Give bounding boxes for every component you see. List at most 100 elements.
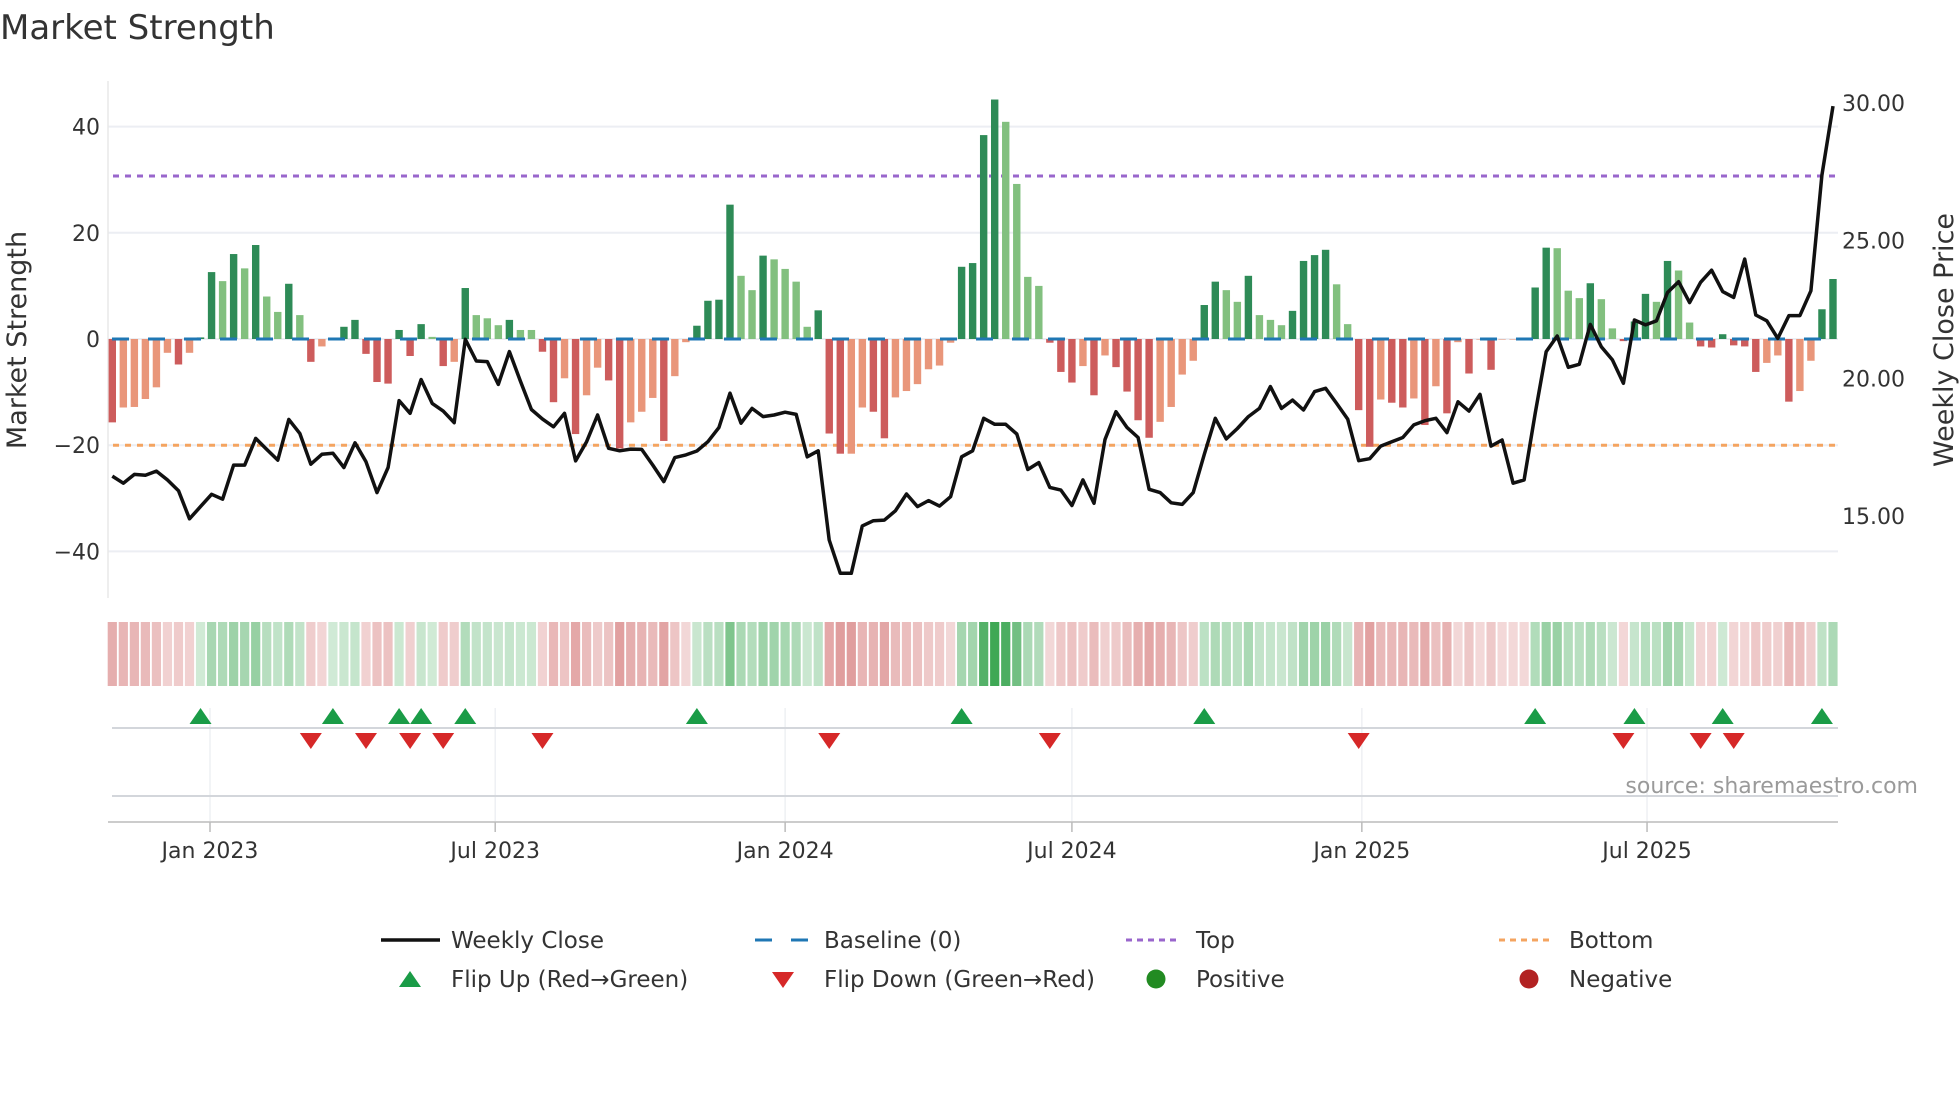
heatmap-cell bbox=[218, 622, 228, 686]
heatmap-cell bbox=[1618, 622, 1629, 686]
heatmap-cell bbox=[593, 622, 603, 686]
heatmap-cell bbox=[394, 622, 404, 686]
heatmap-cell bbox=[581, 622, 592, 686]
heatmap-cell bbox=[1585, 622, 1595, 686]
legend-label: Weekly Close bbox=[451, 928, 604, 954]
strength-bar bbox=[836, 339, 844, 454]
x-tick-label: Jan 2024 bbox=[735, 839, 834, 864]
flip-up-marker bbox=[321, 708, 344, 724]
strength-bar bbox=[1244, 275, 1253, 339]
heatmap-cell bbox=[1718, 622, 1728, 686]
heatmap-cell bbox=[1166, 622, 1176, 686]
strength-bar bbox=[1829, 278, 1837, 339]
heatmap-cell bbox=[350, 622, 360, 686]
heatmap-cell bbox=[284, 622, 294, 686]
heatmap-cell bbox=[1254, 622, 1265, 686]
heatmap-cell bbox=[151, 622, 162, 686]
y-tick-label: −40 bbox=[54, 540, 100, 565]
strength-bar bbox=[1145, 339, 1153, 438]
strength-bar bbox=[1597, 299, 1606, 339]
heatmap-cell bbox=[262, 622, 272, 686]
heatmap-cell bbox=[471, 622, 481, 686]
strength-bar bbox=[1366, 339, 1374, 447]
heatmap-cell bbox=[990, 622, 1000, 686]
strength-bar bbox=[1057, 339, 1065, 372]
legend-item-bottom: Bottom bbox=[1499, 928, 1653, 954]
strength-bar bbox=[527, 329, 536, 339]
heatmap-cell bbox=[968, 622, 978, 686]
market-strength-chart: Market Strength 40 20 0 −20 −40 30.00 25.00 20… bbox=[0, 8, 1960, 993]
strength-bar bbox=[362, 339, 370, 354]
heatmap-cell bbox=[184, 622, 195, 686]
strength-bar bbox=[825, 339, 833, 434]
heatmap-cell bbox=[1519, 622, 1529, 686]
heatmap-cell bbox=[559, 622, 570, 686]
heatmap-cell bbox=[1354, 622, 1364, 686]
heatmap-cell bbox=[1122, 622, 1132, 686]
strength-bar bbox=[263, 296, 271, 339]
heatmap-cell bbox=[1023, 622, 1033, 686]
strength-bar bbox=[1498, 339, 1506, 340]
heatmap-cell bbox=[1684, 622, 1695, 686]
heatmap-cell bbox=[206, 622, 217, 686]
strength-bar bbox=[1542, 247, 1550, 339]
flip-down-marker bbox=[399, 733, 422, 749]
heatmap-cell bbox=[339, 622, 349, 686]
heatmap-cell bbox=[140, 622, 150, 686]
strength-bar bbox=[1321, 249, 1330, 339]
triangle-down-icon bbox=[772, 972, 794, 988]
strength-bar bbox=[880, 339, 889, 439]
heatmap-cell bbox=[173, 622, 184, 686]
legend-label: Flip Down (Green→Red) bbox=[824, 967, 1095, 993]
flip-down-marker bbox=[1347, 733, 1370, 749]
strength-bar bbox=[472, 315, 480, 339]
heatmap-cell bbox=[736, 622, 746, 686]
heatmap-cell bbox=[725, 622, 735, 686]
strength-bar bbox=[638, 339, 646, 412]
strength-bar bbox=[274, 311, 282, 339]
strength-bar bbox=[1343, 324, 1352, 339]
strength-bar bbox=[351, 319, 359, 339]
strength-bar bbox=[1167, 339, 1175, 407]
legend-item-flip-up: Flip Up (Red→Green) bbox=[399, 967, 688, 993]
strength-bar bbox=[1641, 293, 1650, 339]
strength-bar bbox=[1233, 301, 1242, 339]
x-tick-label: Jul 2024 bbox=[1025, 839, 1117, 864]
strength-bar bbox=[1211, 281, 1219, 339]
heatmap-cell bbox=[229, 622, 239, 686]
legend: Weekly Close Baseline (0) Top Bottom Fli… bbox=[381, 928, 1672, 993]
strength-bar bbox=[163, 339, 172, 353]
strength-bar bbox=[847, 339, 856, 454]
heatmap-cell bbox=[427, 622, 437, 686]
strength-bar bbox=[660, 339, 668, 441]
heatmap-cell bbox=[251, 622, 261, 686]
heatmap-cell bbox=[1740, 622, 1750, 686]
heatmap-cell bbox=[1574, 622, 1584, 686]
heatmap-cell bbox=[1508, 622, 1518, 686]
strength-bar bbox=[1807, 339, 1815, 361]
strength-bar bbox=[792, 281, 800, 339]
heatmap-cell bbox=[1343, 622, 1353, 686]
heatmap-cell bbox=[1530, 622, 1540, 686]
x-tick-label: Jul 2025 bbox=[1600, 839, 1692, 864]
strength-bar bbox=[207, 272, 216, 339]
heatmap-cell bbox=[1265, 622, 1276, 686]
heatmap-cell bbox=[1309, 622, 1320, 686]
heatmap-cell bbox=[703, 622, 713, 686]
strength-bar bbox=[858, 339, 867, 408]
heatmap-cell bbox=[449, 622, 459, 686]
heatmap-cell bbox=[923, 622, 934, 686]
heatmap-cell bbox=[604, 622, 614, 686]
strength-bar bbox=[130, 339, 139, 407]
strength-bar bbox=[1774, 339, 1782, 356]
heatmap-cell bbox=[1298, 622, 1309, 686]
heatmap-cell bbox=[1541, 622, 1551, 686]
y-tick-label: −20 bbox=[54, 434, 100, 459]
heatmap-cell bbox=[1210, 622, 1220, 686]
flip-up-marker bbox=[189, 708, 212, 724]
strength-bar bbox=[737, 275, 745, 339]
strength-bar bbox=[1421, 339, 1429, 426]
heatmap-cell bbox=[1486, 622, 1496, 686]
heatmap-cell bbox=[195, 622, 206, 686]
right-axis-ticks: 30.00 25.00 20.00 15.00 bbox=[1842, 92, 1905, 530]
